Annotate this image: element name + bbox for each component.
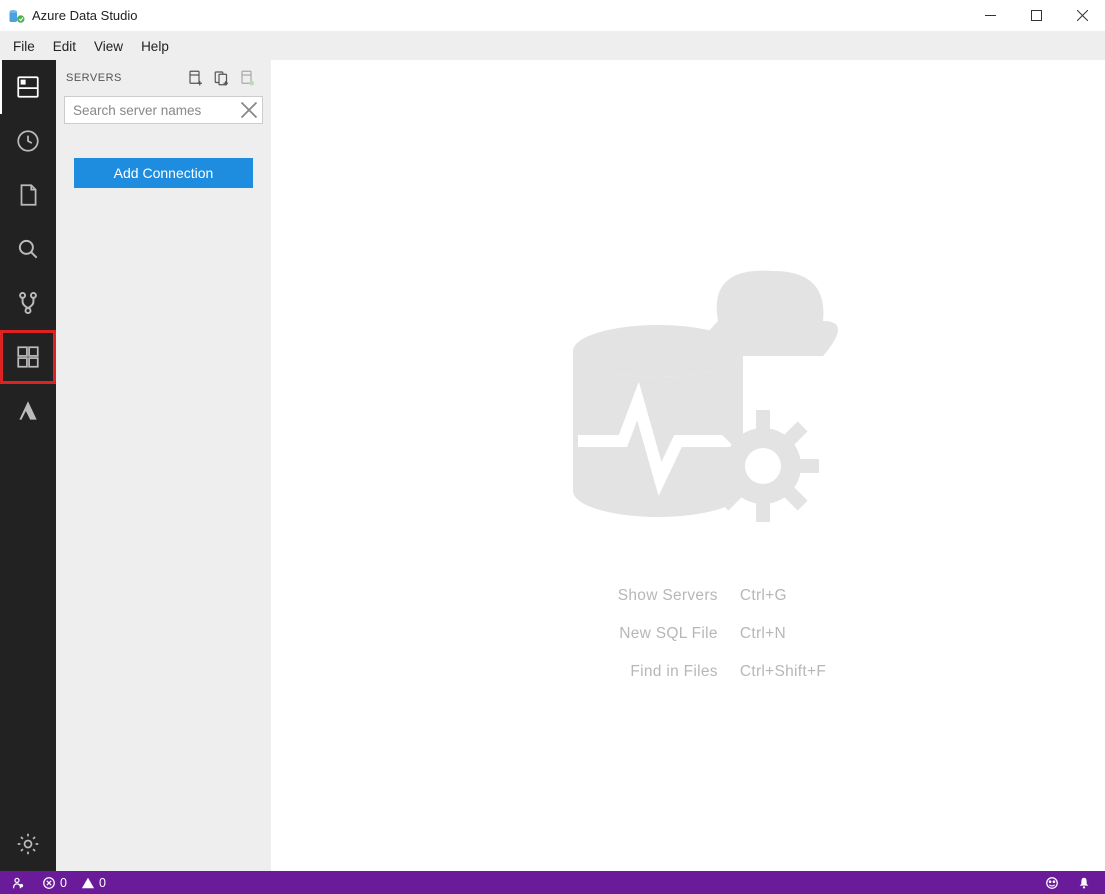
activity-settings[interactable] (0, 817, 56, 871)
search-icon (15, 236, 41, 262)
servers-icon (15, 74, 41, 100)
product-logo (538, 231, 838, 551)
extensions-icon (15, 344, 41, 370)
warning-icon (81, 876, 95, 890)
status-errors[interactable]: 0 (42, 871, 67, 894)
status-feedback[interactable] (1045, 876, 1063, 890)
show-active-connections-icon (239, 69, 257, 87)
new-connection-action[interactable] (183, 65, 209, 91)
new-server-group-action[interactable] (209, 65, 235, 91)
status-notifications[interactable] (1077, 876, 1095, 890)
show-active-connections-action (235, 65, 261, 91)
status-warnings-count: 0 (99, 876, 106, 890)
bell-icon (1077, 876, 1091, 890)
shortcut-row: Find in Files Ctrl+Shift+F (550, 663, 826, 681)
activity-source-control[interactable] (0, 276, 56, 330)
remote-icon (10, 876, 24, 890)
activity-search[interactable] (0, 222, 56, 276)
welcome-shortcuts: Show Servers Ctrl+G New SQL File Ctrl+N … (550, 587, 826, 701)
menu-help[interactable]: Help (132, 32, 178, 60)
new-connection-icon (187, 69, 205, 87)
shortcut-row: New SQL File Ctrl+N (550, 625, 826, 643)
minimize-button[interactable] (967, 0, 1013, 32)
add-connection-button[interactable]: Add Connection (74, 158, 253, 188)
workbench: SERVERS (0, 60, 1105, 871)
activitybar (0, 60, 56, 871)
settings-gear-icon (15, 831, 41, 857)
editor-area: Show Servers Ctrl+G New SQL File Ctrl+N … (271, 60, 1105, 871)
servers-panel-title: SERVERS (66, 72, 183, 84)
menu-edit[interactable]: Edit (44, 32, 85, 60)
window-controls (967, 0, 1105, 32)
menubar: File Edit View Help (0, 32, 1105, 60)
titlebar: Azure Data Studio (0, 0, 1105, 32)
close-icon (240, 101, 258, 119)
app-icon (8, 7, 26, 25)
activity-explorer[interactable] (0, 168, 56, 222)
servers-panel-header: SERVERS (56, 60, 271, 96)
shortcut-keys: Ctrl+N (740, 625, 786, 643)
shortcut-label: New SQL File (550, 625, 740, 643)
shortcut-label: Show Servers (550, 587, 740, 605)
shortcut-label: Find in Files (550, 663, 740, 681)
statusbar: 0 0 (0, 871, 1105, 894)
shortcut-keys: Ctrl+Shift+F (740, 663, 826, 681)
status-errors-count: 0 (60, 876, 67, 890)
search-server-box (64, 96, 263, 124)
smiley-icon (1045, 876, 1059, 890)
task-history-icon (15, 128, 41, 154)
activity-servers[interactable] (0, 60, 56, 114)
source-control-icon (15, 290, 41, 316)
clear-search-button[interactable] (240, 101, 258, 119)
explorer-icon (15, 182, 41, 208)
activity-task-history[interactable] (0, 114, 56, 168)
close-button[interactable] (1059, 0, 1105, 32)
activity-azure[interactable] (0, 384, 56, 438)
search-server-input[interactable] (65, 97, 262, 123)
maximize-button[interactable] (1013, 0, 1059, 32)
status-remote[interactable] (10, 871, 28, 894)
azure-icon (15, 398, 41, 424)
new-server-group-icon (213, 69, 231, 87)
servers-panel: SERVERS (56, 60, 271, 871)
menu-file[interactable]: File (4, 32, 44, 60)
status-warnings[interactable]: 0 (81, 871, 106, 894)
activity-extensions[interactable] (0, 330, 56, 384)
welcome-watermark: Show Servers Ctrl+G New SQL File Ctrl+N … (538, 231, 838, 701)
shortcut-keys: Ctrl+G (740, 587, 787, 605)
shortcut-row: Show Servers Ctrl+G (550, 587, 826, 605)
menu-view[interactable]: View (85, 32, 132, 60)
error-icon (42, 876, 56, 890)
window-title: Azure Data Studio (32, 8, 138, 23)
